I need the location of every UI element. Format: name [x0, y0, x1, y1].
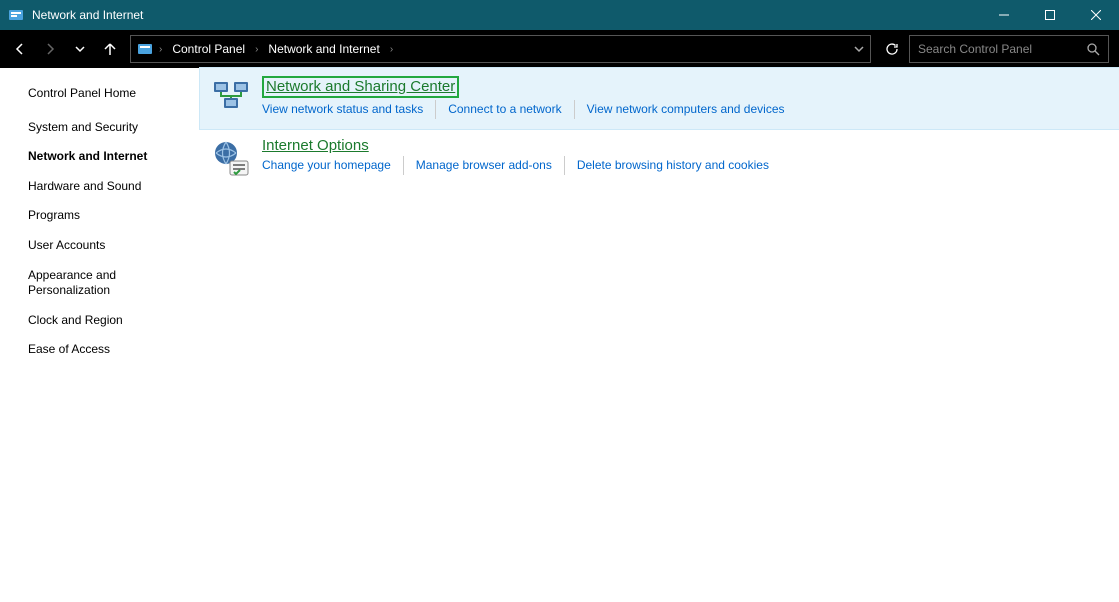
maximize-button[interactable]: [1027, 0, 1073, 30]
task-delete-history[interactable]: Delete browsing history and cookies: [564, 156, 781, 175]
search-input[interactable]: [918, 42, 1087, 56]
forward-button[interactable]: [36, 35, 64, 63]
category-title-internet-options[interactable]: Internet Options: [262, 137, 369, 154]
minimize-button[interactable]: [981, 0, 1027, 30]
recent-locations-button[interactable]: [66, 35, 94, 63]
control-panel-home-link[interactable]: Control Panel Home: [28, 86, 192, 102]
task-view-network-computers[interactable]: View network computers and devices: [574, 100, 797, 119]
category-network-sharing: Network and Sharing Center View network …: [200, 68, 1119, 129]
main-panel: Network and Sharing Center View network …: [200, 68, 1119, 602]
search-icon[interactable]: [1087, 43, 1100, 56]
category-internet-options: Internet Options Change your homepage Ma…: [200, 129, 1119, 189]
breadcrumb-item[interactable]: Control Panel: [168, 40, 249, 58]
task-connect-network[interactable]: Connect to a network: [435, 100, 573, 119]
sidebar: Control Panel Home System and Security N…: [0, 68, 200, 602]
sidebar-item-programs[interactable]: Programs: [28, 208, 192, 224]
back-button[interactable]: [6, 35, 34, 63]
task-view-network-status[interactable]: View network status and tasks: [262, 100, 435, 119]
refresh-button[interactable]: [877, 35, 907, 63]
category-tasks: Change your homepage Manage browser add-…: [262, 156, 1107, 175]
network-sharing-icon: [212, 78, 252, 118]
internet-options-icon: [212, 139, 252, 179]
address-bar[interactable]: › Control Panel › Network and Internet ›: [130, 35, 871, 63]
titlebar: Network and Internet: [0, 0, 1119, 30]
sidebar-item-appearance[interactable]: Appearance and Personalization: [28, 268, 192, 299]
sidebar-item-system-security[interactable]: System and Security: [28, 120, 192, 136]
sidebar-item-network-internet[interactable]: Network and Internet: [28, 149, 192, 165]
window-title: Network and Internet: [32, 8, 143, 22]
close-button[interactable]: [1073, 0, 1119, 30]
task-change-homepage[interactable]: Change your homepage: [262, 156, 403, 175]
category-body: Network and Sharing Center View network …: [262, 76, 1107, 119]
chevron-right-icon: ›: [390, 44, 393, 55]
address-dropdown-button[interactable]: [854, 44, 864, 54]
category-tasks: View network status and tasks Connect to…: [262, 100, 1107, 119]
control-panel-icon: [8, 7, 24, 23]
sidebar-item-hardware-sound[interactable]: Hardware and Sound: [28, 179, 192, 195]
up-button[interactable]: [96, 35, 124, 63]
sidebar-item-user-accounts[interactable]: User Accounts: [28, 238, 192, 254]
sidebar-item-ease-access[interactable]: Ease of Access: [28, 342, 192, 358]
navbar: › Control Panel › Network and Internet ›: [0, 30, 1119, 68]
chevron-right-icon: ›: [159, 44, 162, 55]
category-title-network-sharing[interactable]: Network and Sharing Center: [262, 76, 459, 98]
breadcrumb-item[interactable]: Network and Internet: [264, 40, 383, 58]
category-body: Internet Options Change your homepage Ma…: [262, 137, 1107, 179]
task-manage-addons[interactable]: Manage browser add-ons: [403, 156, 564, 175]
address-icon: [137, 41, 153, 57]
content: Control Panel Home System and Security N…: [0, 68, 1119, 602]
sidebar-item-clock-region[interactable]: Clock and Region: [28, 313, 192, 329]
search-box[interactable]: [909, 35, 1109, 63]
chevron-right-icon: ›: [255, 44, 258, 55]
